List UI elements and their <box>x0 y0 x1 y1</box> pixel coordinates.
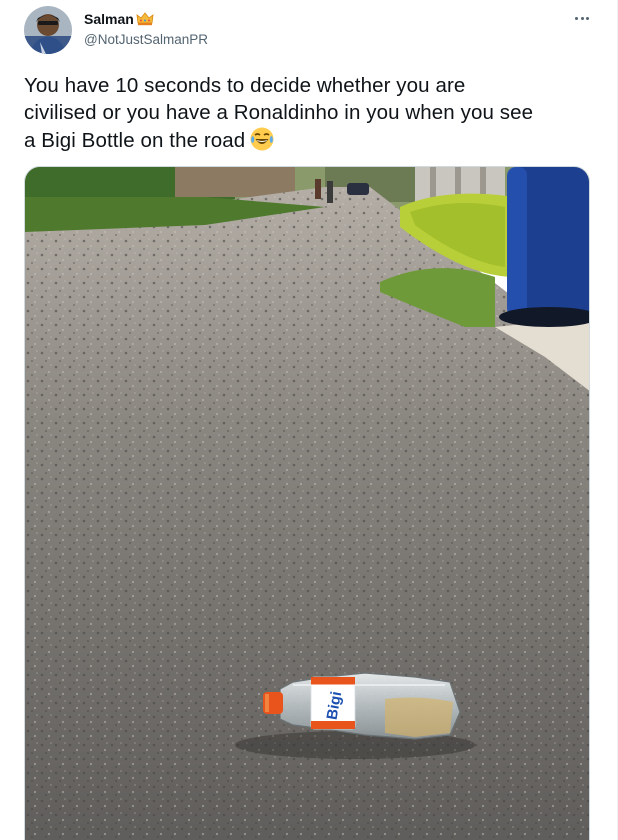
author-info: Salman @NotJustSalmanPR <box>84 10 208 49</box>
tweet-text-line: civilised or you have a Ronaldinho in yo… <box>24 101 534 124</box>
tweet-text-line: You have 10 seconds to decide whether yo… <box>24 74 466 97</box>
display-name-row: Salman <box>84 10 208 28</box>
road-bottle-photo: Bigi <box>25 167 589 840</box>
tweet-card: Salman @NotJustSalmanPR You have 10 seco… <box>0 0 618 840</box>
display-name[interactable]: Salman <box>84 10 134 28</box>
crown-icon <box>136 12 154 26</box>
more-options-icon[interactable] <box>567 6 597 30</box>
tears-of-joy-emoji-icon <box>250 127 274 151</box>
dot <box>580 16 584 20</box>
tweet-text-fragment: a Bigi Bottle on the road <box>24 129 246 152</box>
profile-avatar-icon <box>24 6 72 54</box>
tweet-text-line: a Bigi Bottle on the road <box>24 126 594 154</box>
tweet-photo[interactable]: Bigi <box>24 166 590 840</box>
dot <box>575 16 579 20</box>
user-handle[interactable]: @NotJustSalmanPR <box>84 31 208 49</box>
dot <box>585 16 589 20</box>
avatar[interactable] <box>24 6 72 54</box>
tweet-text: You have 10 seconds to decide whether yo… <box>24 72 594 154</box>
